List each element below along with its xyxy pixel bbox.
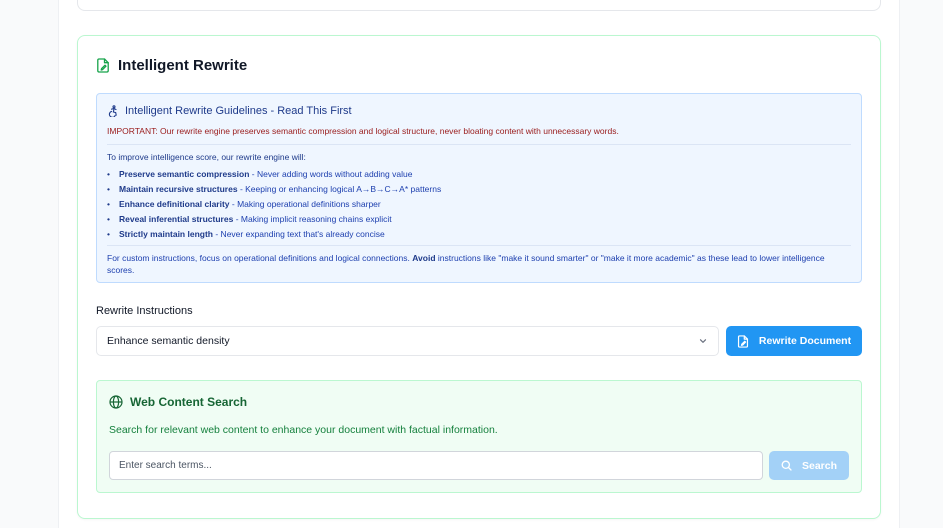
search-input[interactable] — [109, 451, 763, 480]
selected-instruction: Enhance semantic density — [107, 335, 230, 347]
list-item: • Preserve semantic compression - Never a… — [107, 169, 413, 179]
list-item: • Enhance definitional clarity - Making o… — [107, 199, 381, 209]
guidelines-intro: To improve intelligence score, our rewri… — [107, 152, 306, 162]
rewrite-document-label: Rewrite Document — [758, 335, 852, 347]
guidelines-divider — [107, 245, 851, 246]
guidelines-important-note: IMPORTANT: Our rewrite engine preserves … — [107, 126, 619, 136]
document-pen-icon — [96, 57, 110, 73]
search-icon — [781, 460, 792, 471]
rewrite-document-button[interactable]: Rewrite Document — [726, 326, 862, 356]
list-item: • Reveal inferential structures - Making … — [107, 214, 392, 224]
rewrite-instructions-label: Rewrite Instructions — [96, 305, 193, 317]
document-pen-icon — [737, 334, 749, 348]
previous-card — [77, 0, 881, 11]
list-item: • Maintain recursive structures - Keeping… — [107, 184, 442, 194]
guidelines-title: Intelligent Rewrite Guidelines - Read Th… — [125, 105, 352, 117]
web-search-title: Web Content Search — [130, 395, 248, 409]
search-button[interactable]: Search — [769, 451, 849, 480]
globe-icon — [109, 395, 123, 409]
card-title: Intelligent Rewrite — [118, 56, 248, 74]
list-item: • Strictly maintain length - Never expand… — [107, 229, 385, 239]
guidelines-list: • Preserve semantic compression - Never a… — [107, 167, 851, 242]
guidelines-divider — [107, 144, 851, 145]
guidelines-header: Intelligent Rewrite Guidelines - Read Th… — [107, 103, 851, 119]
rewrite-instructions-select[interactable]: Enhance semantic density — [96, 326, 719, 356]
guidelines-footer: For custom instructions, focus on operat… — [107, 253, 825, 275]
search-button-label: Search — [801, 459, 838, 472]
guidelines-panel: Intelligent Rewrite Guidelines - Read Th… — [96, 93, 862, 283]
card-header: Intelligent Rewrite — [96, 55, 247, 75]
web-search-header: Web Content Search — [109, 395, 247, 409]
chevron-down-icon — [698, 336, 708, 346]
web-search-description: Search for relevant web content to enhan… — [109, 424, 498, 436]
accessibility-icon — [107, 105, 119, 117]
